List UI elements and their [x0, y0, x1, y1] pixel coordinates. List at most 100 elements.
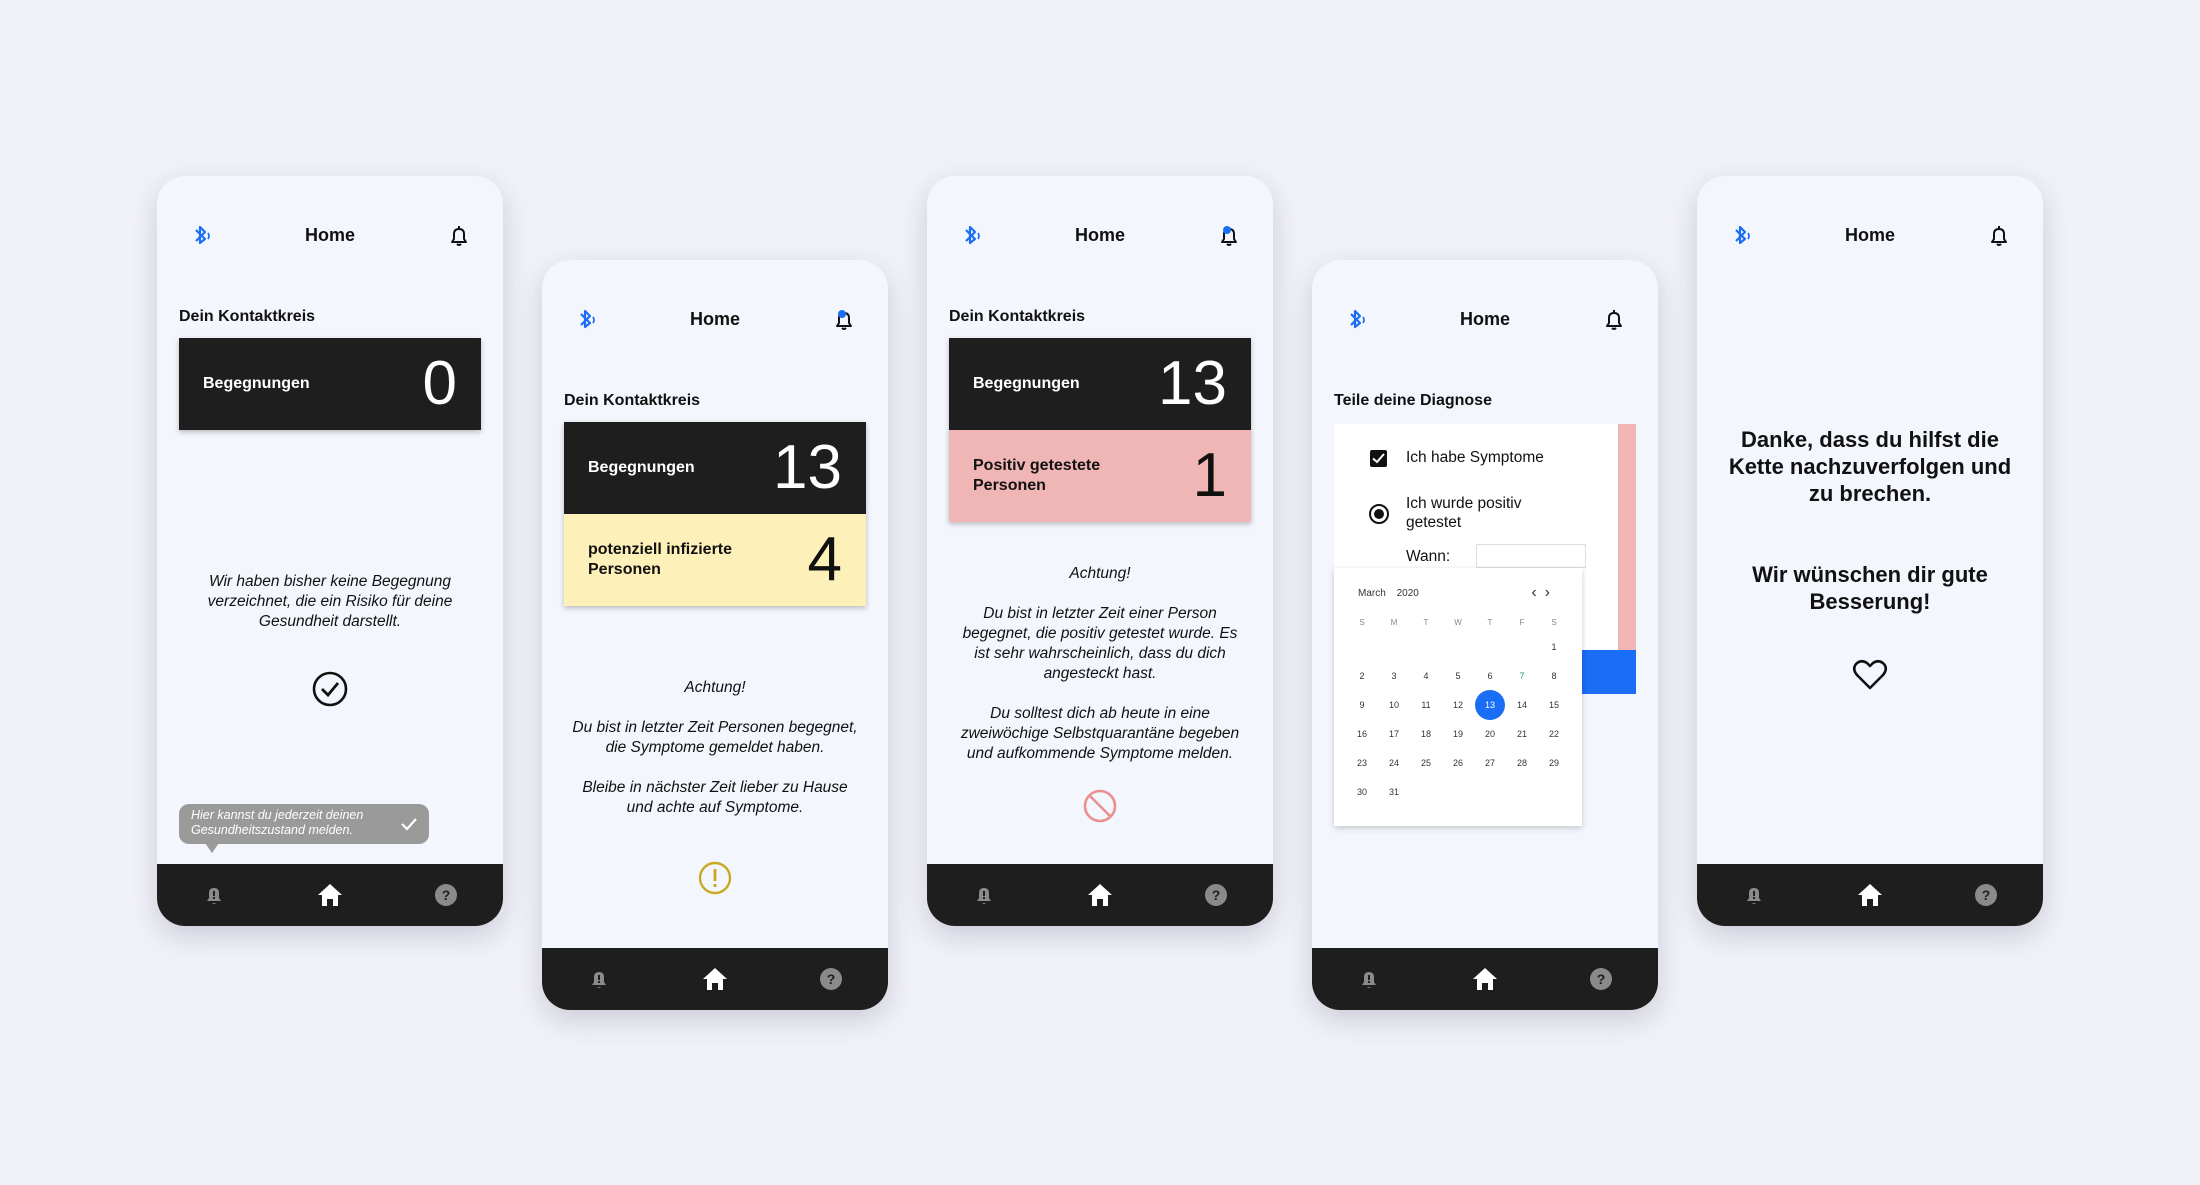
phone-screen-thank-you: Home Danke, dass du hilfst die Kette nac…: [1697, 176, 2043, 926]
weekday-label: T: [1487, 617, 1493, 627]
calendar-year: 2020: [1396, 588, 1419, 599]
calendar-day[interactable]: 1: [1538, 642, 1570, 652]
bottom-nav: ?: [1312, 948, 1658, 1010]
home-icon[interactable]: [1085, 880, 1115, 910]
calendar-day[interactable]: 12: [1442, 700, 1474, 710]
calendar-day[interactable]: 2: [1346, 671, 1378, 681]
calendar-week: 30 31: [1346, 777, 1570, 806]
get-well-message: Wir wünschen dir gute Besserung!: [1752, 562, 1988, 614]
positive-label: Positiv getestete Personen: [973, 457, 1101, 494]
phone-screen-share-diagnosis: Home Teile deine Diagnose Ich habe Sympt…: [1312, 260, 1658, 1010]
section-title: Dein Kontaktkreis: [179, 308, 316, 325]
calendar-day-selected[interactable]: 13: [1474, 689, 1506, 720]
calendar-day[interactable]: 14: [1506, 700, 1538, 710]
date-input[interactable]: [1476, 544, 1586, 568]
phone-screen-no-risk: Home Dein Kontaktkreis Begegnungen 0 Wir…: [157, 176, 503, 926]
help-icon[interactable]: ?: [1586, 964, 1616, 994]
encounters-card[interactable]: Begegnungen 13: [949, 338, 1251, 430]
bell-alert-icon[interactable]: [199, 880, 229, 910]
submit-button[interactable]: [1582, 650, 1636, 694]
svg-text:?: ?: [442, 887, 451, 903]
top-bar: Home: [157, 216, 503, 256]
calendar-day[interactable]: 30: [1346, 787, 1378, 797]
bell-alert-icon[interactable]: [1354, 964, 1384, 994]
calendar-day[interactable]: 11: [1410, 700, 1442, 710]
encounters-card[interactable]: Begegnungen 0: [179, 338, 481, 430]
report-tooltip[interactable]: Hier kannst du jederzeit deinen Gesundhe…: [179, 804, 429, 853]
calendar-day[interactable]: 29: [1538, 758, 1570, 768]
calendar-day[interactable]: 4: [1410, 671, 1442, 681]
status-message: Wir haben bisher keine Begegnung verzeic…: [187, 572, 473, 652]
calendar-week: 2345678: [1346, 661, 1570, 690]
help-icon[interactable]: ?: [1201, 880, 1231, 910]
bell-alert-icon[interactable]: [1739, 880, 1769, 910]
warning-message: Achtung! Du bist in letzter Zeit Persone…: [572, 678, 858, 838]
date-picker[interactable]: March 2020 ‹› S M T W T F S 1 2 3 4 5 6 7 8 9 10 11 12 13 14…: [1334, 568, 1582, 826]
tooltip-text: Hier kannst du jederzeit deinen Gesundhe…: [191, 808, 364, 837]
bell-icon[interactable]: [1985, 222, 2013, 250]
calendar-day[interactable]: 9: [1346, 700, 1378, 710]
check-circle-icon: [312, 671, 348, 707]
tested-positive-label: Ich wurde positiv getestet: [1406, 495, 1522, 531]
calendar-day[interactable]: 10: [1378, 700, 1410, 710]
heart-icon: [1852, 659, 1888, 690]
bottom-nav: ?: [1697, 864, 2043, 926]
calendar-day[interactable]: 8: [1538, 671, 1570, 681]
home-icon[interactable]: [1470, 964, 1500, 994]
selected-day-value: 13: [1475, 689, 1505, 720]
bell-notification-icon[interactable]: [830, 306, 858, 334]
weekday-row: SMTWTFS: [1346, 612, 1570, 632]
warning-text-2: Bleibe in nächster Zeit lieber zu Hause …: [582, 779, 848, 816]
calendar-day[interactable]: 16: [1346, 729, 1378, 739]
positive-card[interactable]: Positiv getestete Personen 1: [949, 430, 1251, 522]
chevron-right-icon[interactable]: ›: [1545, 584, 1558, 601]
encounters-label: Begegnungen: [973, 375, 1080, 392]
calendar-day[interactable]: 23: [1346, 758, 1378, 768]
calendar-day[interactable]: 18: [1410, 729, 1442, 739]
home-icon[interactable]: [315, 880, 345, 910]
calendar-day[interactable]: 27: [1474, 758, 1506, 768]
top-bar: Home: [542, 300, 888, 340]
bell-notification-icon[interactable]: [1215, 222, 1243, 250]
calendar-day[interactable]: 5: [1442, 671, 1474, 681]
encounters-card[interactable]: Begegnungen 13: [564, 422, 866, 514]
calendar-day[interactable]: 26: [1442, 758, 1474, 768]
bell-icon[interactable]: [1600, 306, 1628, 334]
home-icon[interactable]: [700, 964, 730, 994]
calendar-day[interactable]: 17: [1378, 729, 1410, 739]
calendar-day[interactable]: 28: [1506, 758, 1538, 768]
calendar-day[interactable]: 20: [1474, 729, 1506, 739]
calendar-grid: S M T W T F S 1 2 3 4 5 6 7 8 9 10 11 12 13 14 15 16 17 18 19 20 21…: [1346, 612, 1570, 806]
checkbox-checked[interactable]: [1370, 450, 1387, 467]
weekday-label: F: [1519, 617, 1525, 627]
help-icon[interactable]: ?: [431, 880, 461, 910]
calendar-day[interactable]: 21: [1506, 729, 1538, 739]
check-icon[interactable]: [399, 814, 419, 834]
help-icon[interactable]: ?: [816, 964, 846, 994]
calendar-day[interactable]: 6: [1474, 671, 1506, 681]
warning-text-2: Du solltest dich ab heute in eine zweiwö…: [960, 705, 1240, 762]
calendar-day[interactable]: 7: [1506, 671, 1538, 681]
top-bar: Home: [1312, 300, 1658, 340]
calendar-day[interactable]: 24: [1378, 758, 1410, 768]
infected-card[interactable]: potenziell infizierte Personen 4: [564, 514, 866, 606]
bell-icon[interactable]: [445, 222, 473, 250]
calendar-day[interactable]: 31: [1378, 787, 1410, 797]
calendar-day[interactable]: 22: [1538, 729, 1570, 739]
calendar-day[interactable]: 3: [1378, 671, 1410, 681]
help-icon[interactable]: ?: [1971, 880, 2001, 910]
calendar-day[interactable]: 15: [1538, 700, 1570, 710]
calendar-week: 1: [1346, 632, 1570, 661]
chevron-left-icon[interactable]: ‹: [1531, 584, 1544, 601]
encounters-count: 0: [422, 349, 457, 418]
bell-alert-icon[interactable]: [969, 880, 999, 910]
bell-alert-icon[interactable]: [584, 964, 614, 994]
month-nav: ‹›: [1531, 584, 1558, 602]
calendar-day[interactable]: 19: [1442, 729, 1474, 739]
home-icon[interactable]: [1855, 880, 1885, 910]
calendar-day[interactable]: 25: [1410, 758, 1442, 768]
infected-label: potenziell infizierte Personen: [588, 541, 733, 578]
calendar-month: March: [1358, 588, 1386, 599]
radio-selected[interactable]: [1369, 504, 1389, 524]
svg-text:?: ?: [1597, 971, 1606, 987]
